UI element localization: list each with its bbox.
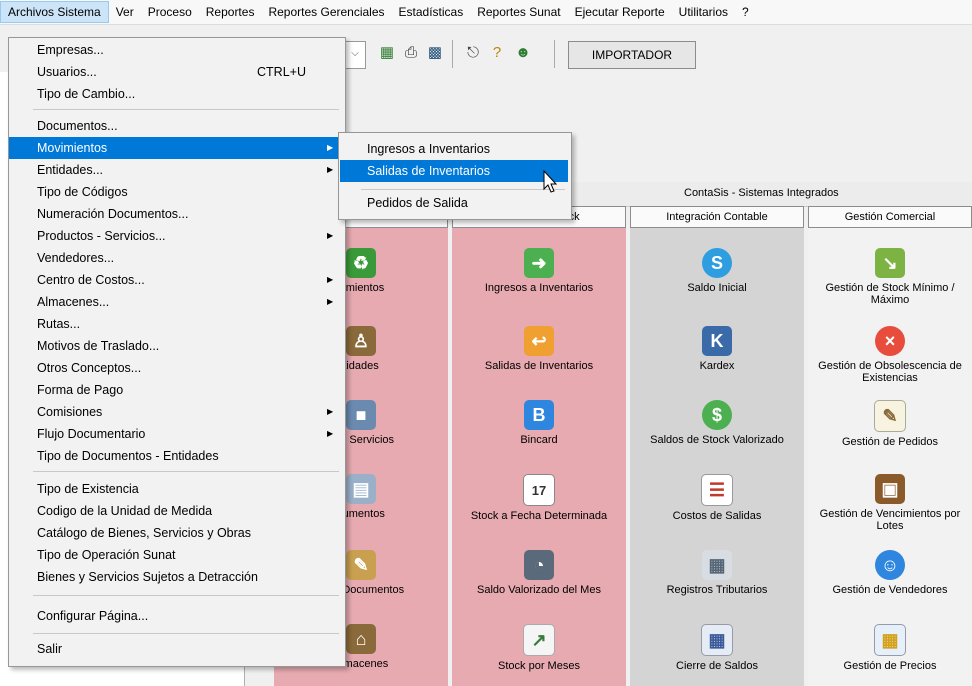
menu-item-tipo-de-existencia[interactable]: Tipo de Existencia	[9, 478, 345, 500]
submenu-arrow-icon: ▶	[327, 407, 334, 416]
menu-item-motivos-de-traslado[interactable]: Motivos de Traslado...	[9, 335, 345, 357]
column-gestion-comercial: Gestión Comercial ↘ Gestión de Stock Míni…	[808, 206, 972, 686]
menu-item-comisiones[interactable]: Comisiones ▶	[9, 401, 345, 423]
tile-gestion-stock-minimo-maximo[interactable]: ↘ Gestión de Stock Mínimo / Máximo	[808, 248, 972, 306]
movimientos-submenu: Ingresos a Inventarios Salidas de Invent…	[338, 132, 572, 220]
menu-separator	[33, 471, 339, 472]
menu-ver[interactable]: Ver	[109, 1, 141, 23]
menu-item-forma-de-pago[interactable]: Forma de Pago	[9, 379, 345, 401]
tile-gestion-de-pedidos[interactable]: ✎ Gestión de Pedidos	[808, 400, 972, 448]
importer-button[interactable]: IMPORTADOR	[568, 41, 696, 69]
shortcut-label: CTRL+U	[257, 65, 306, 79]
menu-item-bienes-servicios-detraccion[interactable]: Bienes y Servicios Sujetos a Detracción	[9, 566, 345, 588]
help-icon[interactable]: ?	[488, 44, 506, 62]
menu-reportes-sunat[interactable]: Reportes Sunat	[470, 1, 567, 23]
menu-item-numeracion-documentos[interactable]: Numeración Documentos...	[9, 203, 345, 225]
menu-proceso[interactable]: Proceso	[141, 1, 199, 23]
menu-archivos-sistema[interactable]: Archivos Sistema	[0, 1, 109, 23]
menu-item-movimientos[interactable]: Movimientos ▶	[9, 137, 345, 159]
menu-item-empresas[interactable]: Empresas...	[9, 39, 345, 61]
submenu-arrow-icon: ▶	[327, 297, 334, 306]
toolbar: ⌵ ▦ ⎙ ▩ ⎋ ? ☻ IMPORTADOR	[330, 36, 970, 72]
column-control-de-stock: Control de Stock ➜Ingresos a Inventarios…	[452, 206, 626, 686]
tile-gestion-de-vendedores[interactable]: ☺ Gestión de Vendedores	[808, 550, 972, 596]
menu-utilitarios[interactable]: Utilitarios	[672, 1, 735, 23]
menu-item-codigo-unidad-medida[interactable]: Codigo de la Unidad de Medida	[9, 500, 345, 522]
menu-item-configurar-pagina[interactable]: Configurar Página...	[9, 605, 345, 627]
menubar: Archivos Sistema Ver Proceso Reportes Re…	[0, 0, 972, 25]
tile-stock-a-fecha-determinada[interactable]: 17 Stock a Fecha Determinada	[452, 474, 626, 522]
submenu-arrow-icon: ▶	[327, 275, 334, 284]
tile-salidas-de-inventarios[interactable]: ↩ Salidas de Inventarios	[452, 326, 626, 372]
toolbar-dropdown[interactable]: ⌵	[344, 41, 366, 69]
menu-item-otros-conceptos[interactable]: Otros Conceptos...	[9, 357, 345, 379]
menu-separator	[33, 109, 339, 110]
tile-ingresos-a-inventarios[interactable]: ➜ Ingresos a Inventarios	[452, 248, 626, 294]
menu-item-vendedores[interactable]: Vendedores...	[9, 247, 345, 269]
menu-item-flujo-documentario[interactable]: Flujo Documentario ▶	[9, 423, 345, 445]
menu-item-salir[interactable]: Salir	[9, 638, 345, 660]
submenu-item-ingresos-a-inventarios[interactable]: Ingresos a Inventarios	[340, 138, 568, 160]
menu-item-almacenes[interactable]: Almacenes... ▶	[9, 291, 345, 313]
menu-help[interactable]: ?	[735, 1, 756, 23]
tile-kardex[interactable]: K Kardex	[630, 326, 804, 372]
menu-item-rutas[interactable]: Rutas...	[9, 313, 345, 335]
submenu-arrow-icon: ▶	[327, 429, 334, 438]
exit-door-icon[interactable]: ⎋	[464, 44, 482, 62]
submenu-arrow-icon: ▶	[327, 143, 334, 152]
menu-item-productos-servicios[interactable]: Productos - Servicios... ▶	[9, 225, 345, 247]
column-header: Integración Contable	[630, 206, 804, 228]
tile-costos-de-salidas[interactable]: ☰ Costos de Salidas	[630, 474, 804, 522]
submenu-arrow-icon: ▶	[327, 231, 334, 240]
menu-reportes-gerenciales[interactable]: Reportes Gerenciales	[261, 1, 391, 23]
submenu-item-salidas-de-inventarios[interactable]: Salidas de Inventarios	[340, 160, 568, 182]
menu-item-usuarios[interactable]: Usuarios... CTRL+U	[9, 61, 345, 83]
menu-item-catalogo-bienes-servicios-obras[interactable]: Catálogo de Bienes, Servicios y Obras	[9, 522, 345, 544]
menu-item-tipo-operacion-sunat[interactable]: Tipo de Operación Sunat	[9, 544, 345, 566]
menu-item-tipo-documentos-entidades[interactable]: Tipo de Documentos - Entidades	[9, 445, 345, 467]
menu-item-tipo-de-codigos[interactable]: Tipo de Códigos	[9, 181, 345, 203]
printer-icon[interactable]: ⎙	[402, 44, 420, 62]
tile-stock-por-meses[interactable]: ↗ Stock por Meses	[452, 624, 626, 672]
archivos-sistema-menu: Empresas... Usuarios... CTRL+U Tipo de Ca…	[8, 37, 346, 667]
menu-estadisticas[interactable]: Estadísticas	[392, 1, 471, 23]
tile-saldo-valorizado-del-mes[interactable]: ◔ Saldo Valorizado del Mes	[452, 550, 626, 596]
users-icon[interactable]: ▦	[378, 44, 396, 62]
tile-cierre-de-saldos[interactable]: ▦ Cierre de Saldos	[630, 624, 804, 672]
menu-separator	[33, 595, 339, 596]
menu-item-documentos[interactable]: Documentos...	[9, 115, 345, 137]
submenu-item-pedidos-de-salida[interactable]: Pedidos de Salida	[340, 192, 568, 214]
toolbar-separator	[452, 40, 453, 68]
submenu-arrow-icon: ▶	[327, 165, 334, 174]
menu-item-centro-de-costos[interactable]: Centro de Costos... ▶	[9, 269, 345, 291]
submenu-separator	[361, 189, 565, 190]
mouse-cursor-icon	[543, 170, 558, 193]
toolbar-separator	[554, 40, 555, 68]
person-icon[interactable]: ☻	[514, 44, 532, 62]
tile-registros-tributarios[interactable]: ▦ Registros Tributarios	[630, 550, 804, 596]
menu-item-entidades[interactable]: Entidades... ▶	[9, 159, 345, 181]
calculator-icon[interactable]: ▩	[426, 44, 444, 62]
tile-gestion-obsolescencia[interactable]: × Gestión de Obsolescencia de Existencias	[808, 326, 972, 384]
tile-gestion-vencimientos-lotes[interactable]: ▣ Gestión de Vencimientos por Lotes	[808, 474, 972, 532]
menu-separator	[33, 633, 339, 634]
tile-bincard[interactable]: B Bincard	[452, 400, 626, 446]
app-title: ContaSis - Sistemas Integrados	[684, 187, 839, 199]
tile-gestion-de-precios[interactable]: ▦ Gestión de Precios	[808, 624, 972, 672]
column-integracion-contable: Integración Contable S Saldo Inicial K Kar…	[630, 206, 804, 686]
tile-saldos-de-stock-valorizado[interactable]: $ Saldos de Stock Valorizado	[630, 400, 804, 446]
tile-saldo-inicial[interactable]: S Saldo Inicial	[630, 248, 804, 294]
column-header: Gestión Comercial	[808, 206, 972, 228]
menu-item-tipo-de-cambio[interactable]: Tipo de Cambio...	[9, 83, 345, 105]
menu-ejecutar-reporte[interactable]: Ejecutar Reporte	[568, 1, 672, 23]
menu-reportes[interactable]: Reportes	[199, 1, 262, 23]
